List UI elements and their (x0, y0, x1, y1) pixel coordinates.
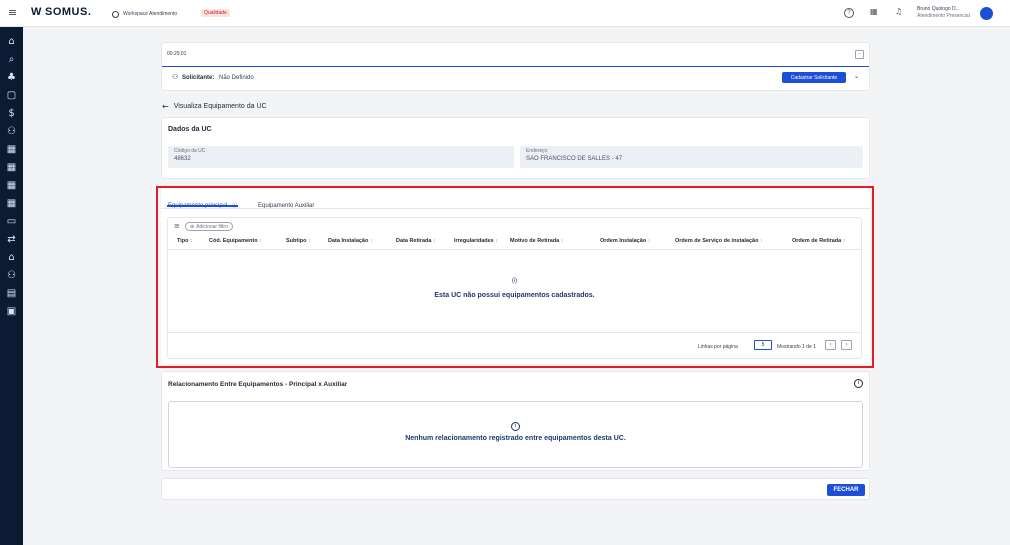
solicitante-label: Solicitante: (182, 75, 215, 81)
dados-uc-title: Dados da UC (168, 126, 212, 133)
info-icon[interactable]: i (854, 379, 863, 388)
swap-icon[interactable]: ⇄ (0, 230, 23, 248)
page-title: Visualiza Equipamento da UC (173, 103, 267, 110)
dollar-icon[interactable]: $ (0, 104, 23, 122)
search-icon[interactable]: ⌕ (0, 50, 23, 68)
grid-icon[interactable]: ▦ (0, 176, 23, 194)
brand-logo-mark: W (31, 6, 41, 18)
codigo-uc-value: 48632 (174, 156, 191, 162)
team-icon[interactable]: ⚇ (0, 266, 23, 284)
endereco-value: SAO FRANCISCO DE SALLES - 47 (526, 156, 623, 162)
timer-divider (162, 66, 869, 67)
user-info[interactable]: Bruno Quologo D... Atendimento Presencia… (917, 6, 970, 19)
back-link[interactable]: ← Visualiza Equipamento da UC (162, 102, 267, 111)
user-role: Atendimento Presencial (917, 13, 970, 19)
sidebar: ⌂ ⌕ ♣ ▢ $ ⚇ ▦ ▦ ▦ ▦ ▭ ⇄ ⌂ ⚇ ▤ ▣ (0, 27, 23, 545)
grid-icon[interactable]: ▦ (0, 140, 23, 158)
note-icon[interactable]: ▤ (0, 284, 23, 302)
team-icon[interactable]: ⚇ (0, 122, 23, 140)
top-bar: ≡ W SOMUS. Workspace Atendimento Qualida… (0, 0, 1010, 27)
timer-card: 00:29:01 - ⚇ Solicitante: Não Definido C… (161, 42, 870, 91)
relacionamento-title: Relacionamento Entre Equipamentos - Prin… (168, 381, 348, 388)
menu-icon[interactable]: ≡ (8, 6, 17, 19)
clipboard-icon[interactable]: ▢ (0, 86, 23, 104)
footer-card: FECHAR (161, 478, 870, 500)
document-icon[interactable]: ▭ (0, 212, 23, 230)
help-icon[interactable]: ? (844, 8, 854, 18)
timer: 00:29:01 (167, 51, 187, 57)
brand-logo: SOMUS. (45, 6, 92, 18)
workspace-label: Workspace Atendimento (123, 11, 178, 17)
users-icon[interactable]: ♣ (0, 68, 23, 86)
endereco-field: Endereço SAO FRANCISCO DE SALLES - 47 (520, 146, 863, 168)
empty-info-icon: i (511, 422, 520, 431)
relacionamento-card: Relacionamento Entre Equipamentos - Prin… (161, 371, 870, 471)
main-content: 00:29:01 - ⚇ Solicitante: Não Definido C… (23, 27, 1010, 545)
solicitante-icon: ⚇ (172, 73, 179, 81)
codigo-uc-label: Código da UC (174, 148, 206, 154)
avatar[interactable] (980, 7, 993, 20)
user-name: Bruno Quologo D... (917, 6, 960, 12)
grid-icon[interactable]: ▦ (0, 158, 23, 176)
close-button[interactable]: FECHAR (827, 484, 865, 496)
arrow-left-icon: ← (162, 102, 169, 111)
chevron-down-icon[interactable]: ⌄ (854, 73, 859, 80)
home-icon[interactable]: ⌂ (0, 248, 23, 266)
quality-badge[interactable]: Qualidade (201, 9, 230, 17)
relacionamento-empty-message: Nenhum relacionamento registrado entre e… (405, 435, 626, 442)
endereco-label: Endereço (526, 148, 548, 154)
collapse-button[interactable]: - (855, 50, 864, 59)
dados-uc-card: Dados da UC Código da UC 48632 Endereço … (161, 117, 870, 179)
highlight-box (156, 186, 874, 368)
solicitante-value: Não Definido (219, 75, 254, 81)
cadastrar-solicitante-button[interactable]: Cadastrar Solicitante (782, 72, 846, 83)
home-icon[interactable]: ⌂ (0, 32, 23, 50)
bell-icon[interactable]: ♫ (895, 7, 902, 16)
card-icon[interactable]: ▣ (0, 302, 23, 320)
workspace-icon (112, 10, 119, 18)
codigo-uc-field: Código da UC 48632 (168, 146, 514, 168)
workspace-selector[interactable]: Workspace Atendimento (112, 8, 177, 20)
relacionamento-empty-box: i Nenhum relacionamento registrado entre… (168, 401, 863, 468)
grid-icon[interactable]: ▦ (0, 194, 23, 212)
grid-apps-icon[interactable]: ▦ (870, 7, 878, 16)
